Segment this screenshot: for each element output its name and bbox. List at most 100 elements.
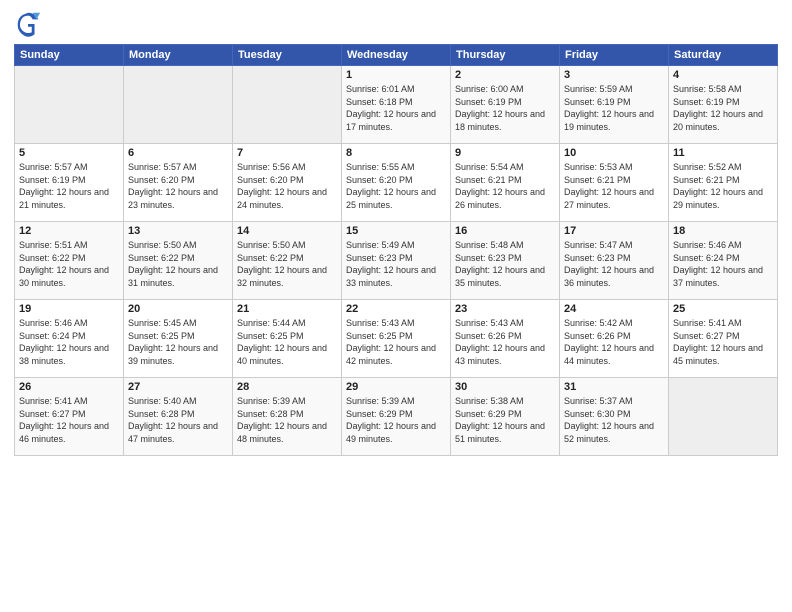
logo	[14, 10, 46, 38]
day-info: Sunrise: 5:41 AM Sunset: 6:27 PM Dayligh…	[673, 317, 773, 367]
weekday-header-thursday: Thursday	[451, 45, 560, 66]
day-info: Sunrise: 5:52 AM Sunset: 6:21 PM Dayligh…	[673, 161, 773, 211]
week-row-4: 19 Sunrise: 5:46 AM Sunset: 6:24 PM Dayli…	[15, 300, 778, 378]
day-info: Sunrise: 5:41 AM Sunset: 6:27 PM Dayligh…	[19, 395, 119, 445]
day-info: Sunrise: 5:50 AM Sunset: 6:22 PM Dayligh…	[237, 239, 337, 289]
day-info: Sunrise: 5:54 AM Sunset: 6:21 PM Dayligh…	[455, 161, 555, 211]
day-info: Sunrise: 5:46 AM Sunset: 6:24 PM Dayligh…	[19, 317, 119, 367]
weekday-header-wednesday: Wednesday	[342, 45, 451, 66]
day-cell: 4 Sunrise: 5:58 AM Sunset: 6:19 PM Daylig…	[669, 66, 778, 144]
day-info: Sunrise: 5:38 AM Sunset: 6:29 PM Dayligh…	[455, 395, 555, 445]
day-info: Sunrise: 5:43 AM Sunset: 6:26 PM Dayligh…	[455, 317, 555, 367]
calendar-table: SundayMondayTuesdayWednesdayThursdayFrid…	[14, 44, 778, 456]
day-info: Sunrise: 5:53 AM Sunset: 6:21 PM Dayligh…	[564, 161, 664, 211]
day-cell: 25 Sunrise: 5:41 AM Sunset: 6:27 PM Dayli…	[669, 300, 778, 378]
day-cell: 17 Sunrise: 5:47 AM Sunset: 6:23 PM Dayli…	[560, 222, 669, 300]
day-cell: 16Sunrise: 5:48 AM Sunset: 6:23 PM Dayli…	[451, 222, 560, 300]
day-number: 30	[455, 381, 555, 393]
day-number: 23	[455, 303, 555, 315]
day-info: Sunrise: 5:44 AM Sunset: 6:25 PM Dayligh…	[237, 317, 337, 367]
day-cell: 22 Sunrise: 5:43 AM Sunset: 6:25 PM Dayli…	[342, 300, 451, 378]
day-info: Sunrise: 5:56 AM Sunset: 6:20 PM Dayligh…	[237, 161, 337, 211]
day-info: Sunrise: 5:59 AM Sunset: 6:19 PM Dayligh…	[564, 83, 664, 133]
day-info: Sunrise: 5:42 AM Sunset: 6:26 PM Dayligh…	[564, 317, 664, 367]
day-cell: 2Sunrise: 6:00 AM Sunset: 6:19 PM Daylig…	[451, 66, 560, 144]
day-number: 28	[237, 381, 337, 393]
day-cell: 18 Sunrise: 5:46 AM Sunset: 6:24 PM Dayli…	[669, 222, 778, 300]
day-number: 8	[346, 147, 446, 159]
day-number: 10	[564, 147, 664, 159]
day-number: 9	[455, 147, 555, 159]
day-cell: 29 Sunrise: 5:39 AM Sunset: 6:29 PM Dayli…	[342, 378, 451, 456]
weekday-header-row: SundayMondayTuesdayWednesdayThursdayFrid…	[15, 45, 778, 66]
week-row-2: 5 Sunrise: 5:57 AM Sunset: 6:19 PM Daylig…	[15, 144, 778, 222]
day-info: Sunrise: 5:57 AM Sunset: 6:19 PM Dayligh…	[19, 161, 119, 211]
day-number: 12	[19, 225, 119, 237]
week-row-1: 1 Sunrise: 6:01 AM Sunset: 6:18 PM Daylig…	[15, 66, 778, 144]
day-number: 26	[19, 381, 119, 393]
day-info: Sunrise: 5:39 AM Sunset: 6:29 PM Dayligh…	[346, 395, 446, 445]
day-cell: 28 Sunrise: 5:39 AM Sunset: 6:28 PM Dayli…	[233, 378, 342, 456]
day-number: 25	[673, 303, 773, 315]
day-cell: 23 Sunrise: 5:43 AM Sunset: 6:26 PM Dayli…	[451, 300, 560, 378]
day-cell: 6 Sunrise: 5:57 AM Sunset: 6:20 PM Daylig…	[124, 144, 233, 222]
day-info: Sunrise: 5:47 AM Sunset: 6:23 PM Dayligh…	[564, 239, 664, 289]
day-cell: 7 Sunrise: 5:56 AM Sunset: 6:20 PM Daylig…	[233, 144, 342, 222]
day-info: Sunrise: 5:45 AM Sunset: 6:25 PM Dayligh…	[128, 317, 228, 367]
day-number: 29	[346, 381, 446, 393]
day-number: 15	[346, 225, 446, 237]
day-info: Sunrise: 5:51 AM Sunset: 6:22 PM Dayligh…	[19, 239, 119, 289]
day-number: 21	[237, 303, 337, 315]
day-cell: 24Sunrise: 5:42 AM Sunset: 6:26 PM Dayli…	[560, 300, 669, 378]
day-cell: 9 Sunrise: 5:54 AM Sunset: 6:21 PM Daylig…	[451, 144, 560, 222]
day-cell: 27Sunrise: 5:40 AM Sunset: 6:28 PM Dayli…	[124, 378, 233, 456]
day-info: Sunrise: 6:01 AM Sunset: 6:18 PM Dayligh…	[346, 83, 446, 133]
day-info: Sunrise: 5:39 AM Sunset: 6:28 PM Dayligh…	[237, 395, 337, 445]
day-cell: 12 Sunrise: 5:51 AM Sunset: 6:22 PM Dayli…	[15, 222, 124, 300]
weekday-header-tuesday: Tuesday	[233, 45, 342, 66]
calendar-page: SundayMondayTuesdayWednesdayThursdayFrid…	[0, 0, 792, 612]
week-row-5: 26 Sunrise: 5:41 AM Sunset: 6:27 PM Dayli…	[15, 378, 778, 456]
weekday-header-friday: Friday	[560, 45, 669, 66]
day-cell	[124, 66, 233, 144]
day-number: 7	[237, 147, 337, 159]
header	[14, 10, 778, 38]
day-info: Sunrise: 5:49 AM Sunset: 6:23 PM Dayligh…	[346, 239, 446, 289]
day-cell: 10 Sunrise: 5:53 AM Sunset: 6:21 PM Dayli…	[560, 144, 669, 222]
day-cell: 13Sunrise: 5:50 AM Sunset: 6:22 PM Dayli…	[124, 222, 233, 300]
day-cell	[15, 66, 124, 144]
day-number: 4	[673, 69, 773, 81]
day-number: 6	[128, 147, 228, 159]
day-cell: 11 Sunrise: 5:52 AM Sunset: 6:21 PM Dayli…	[669, 144, 778, 222]
day-cell: 19 Sunrise: 5:46 AM Sunset: 6:24 PM Dayli…	[15, 300, 124, 378]
day-info: Sunrise: 5:43 AM Sunset: 6:25 PM Dayligh…	[346, 317, 446, 367]
day-cell: 26 Sunrise: 5:41 AM Sunset: 6:27 PM Dayli…	[15, 378, 124, 456]
day-cell	[669, 378, 778, 456]
day-number: 19	[19, 303, 119, 315]
weekday-header-sunday: Sunday	[15, 45, 124, 66]
day-number: 22	[346, 303, 446, 315]
day-cell: 1 Sunrise: 6:01 AM Sunset: 6:18 PM Daylig…	[342, 66, 451, 144]
day-info: Sunrise: 5:58 AM Sunset: 6:19 PM Dayligh…	[673, 83, 773, 133]
day-number: 14	[237, 225, 337, 237]
day-number: 17	[564, 225, 664, 237]
day-number: 20	[128, 303, 228, 315]
day-number: 1	[346, 69, 446, 81]
logo-icon	[14, 10, 42, 38]
day-number: 16	[455, 225, 555, 237]
day-cell: 15 Sunrise: 5:49 AM Sunset: 6:23 PM Dayli…	[342, 222, 451, 300]
day-number: 18	[673, 225, 773, 237]
day-info: Sunrise: 5:46 AM Sunset: 6:24 PM Dayligh…	[673, 239, 773, 289]
weekday-header-saturday: Saturday	[669, 45, 778, 66]
day-number: 11	[673, 147, 773, 159]
day-number: 5	[19, 147, 119, 159]
day-number: 27	[128, 381, 228, 393]
day-cell: 8 Sunrise: 5:55 AM Sunset: 6:20 PM Daylig…	[342, 144, 451, 222]
day-number: 3	[564, 69, 664, 81]
day-info: Sunrise: 6:00 AM Sunset: 6:19 PM Dayligh…	[455, 83, 555, 133]
day-cell: 5 Sunrise: 5:57 AM Sunset: 6:19 PM Daylig…	[15, 144, 124, 222]
day-cell	[233, 66, 342, 144]
day-info: Sunrise: 5:57 AM Sunset: 6:20 PM Dayligh…	[128, 161, 228, 211]
day-info: Sunrise: 5:55 AM Sunset: 6:20 PM Dayligh…	[346, 161, 446, 211]
day-info: Sunrise: 5:37 AM Sunset: 6:30 PM Dayligh…	[564, 395, 664, 445]
